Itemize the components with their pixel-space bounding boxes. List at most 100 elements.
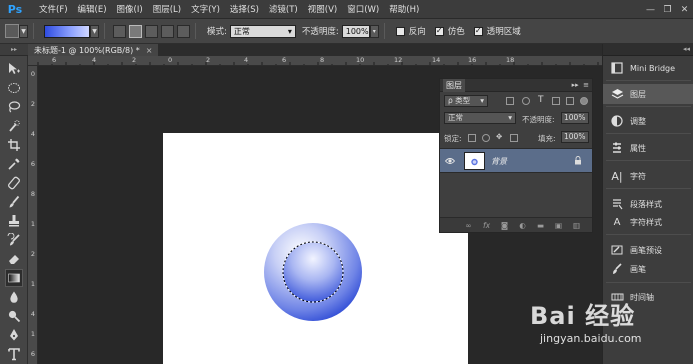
close-icon[interactable]: ✕	[676, 0, 693, 19]
blend-mode-select[interactable]: 正常 ▾	[444, 112, 516, 124]
menu-file[interactable]: 文件(F)	[34, 3, 73, 15]
lock-pixels-icon[interactable]	[482, 134, 490, 142]
menu-layer[interactable]: 图层(L)	[148, 3, 186, 15]
new-group-icon[interactable]: ▬	[536, 221, 545, 230]
document-tab[interactable]: 未标题-1 @ 100%(RGB/8) * ×	[28, 44, 159, 56]
ruler-label: 6	[30, 350, 36, 358]
quick-selection-tool-icon[interactable]	[5, 117, 23, 135]
menu-filter[interactable]: 滤镜(T)	[264, 3, 303, 15]
panel-menu-icon[interactable]: ▸▸ ≡	[572, 79, 589, 92]
menu-view[interactable]: 视图(V)	[303, 3, 342, 15]
tool-preset-dropdown[interactable]: ▼	[19, 24, 28, 38]
new-adjustment-layer-icon[interactable]: ◐	[518, 221, 527, 230]
eyedropper-tool-icon[interactable]	[5, 155, 23, 173]
options-bar: ▼ ▼ 模式: 正常 ▾ 不透明度: 100% ▾ 反向 ✓ 仿色 ✓ 透明区域	[0, 19, 693, 44]
layer-thumbnail-art	[471, 158, 478, 166]
paragraph-styles-icon	[609, 197, 625, 211]
lasso-tool-icon[interactable]	[5, 98, 23, 116]
document-tab-bar: 未标题-1 @ 100%(RGB/8) * ×	[28, 44, 693, 56]
gradient-picker-swatch[interactable]	[44, 24, 90, 38]
eye-icon[interactable]	[445, 156, 455, 166]
lock-position-icon[interactable]: ✥	[496, 132, 502, 141]
dock-item-mini-bridge[interactable]: Mini Bridge	[603, 58, 693, 78]
menu-type[interactable]: 文字(Y)	[186, 3, 225, 15]
add-mask-icon[interactable]: ◙	[500, 221, 509, 230]
menu-image[interactable]: 图像(I)	[112, 3, 148, 15]
clone-stamp-tool-icon[interactable]	[5, 212, 23, 230]
document-canvas[interactable]	[163, 133, 468, 364]
brush-panel-icon	[609, 262, 625, 276]
filter-shape-icon[interactable]	[552, 97, 560, 105]
dock-item-character-styles[interactable]: A 字符样式	[603, 212, 693, 232]
filter-type-icon[interactable]: T	[538, 95, 544, 105]
brush-tool-icon[interactable]	[5, 193, 23, 211]
menu-help[interactable]: 帮助(H)	[384, 3, 424, 15]
filter-toggle-icon[interactable]	[580, 97, 588, 105]
toolbar-collapse-icon[interactable]: ▸▸	[0, 44, 28, 56]
gradient-picker-dropdown[interactable]: ▼	[90, 24, 99, 38]
reverse-checkbox[interactable]	[395, 26, 405, 36]
horizontal-ruler: 6 4 2 0 2 4 6 8 10 12 14 16 18	[28, 56, 602, 66]
delete-layer-icon[interactable]: ▥	[572, 221, 581, 230]
marquee-tool-icon[interactable]	[5, 79, 23, 97]
gradient-tool-preset-icon[interactable]	[5, 24, 19, 38]
menu-select[interactable]: 选择(S)	[225, 3, 264, 15]
pen-tool-icon[interactable]	[5, 326, 23, 344]
healing-brush-tool-icon[interactable]	[5, 174, 23, 192]
menu-edit[interactable]: 编辑(E)	[73, 3, 112, 15]
transparency-checkbox[interactable]: ✓	[473, 26, 483, 36]
dodge-tool-icon[interactable]	[5, 307, 23, 325]
ruler-label: 4	[30, 130, 36, 138]
type-tool-icon[interactable]	[5, 345, 23, 363]
dock-item-character[interactable]: A| 字符	[603, 166, 693, 186]
filter-smart-object-icon[interactable]	[566, 97, 574, 105]
dock-item-brush[interactable]: 画笔	[603, 259, 693, 279]
dock-item-paragraph-styles[interactable]: 段落样式	[603, 194, 693, 214]
crop-tool-icon[interactable]	[5, 136, 23, 154]
dock-collapse-icon[interactable]: ◂◂	[603, 44, 693, 56]
layer-row-background[interactable]: 背景	[440, 148, 592, 173]
separator	[195, 23, 196, 39]
dock-item-brush-presets[interactable]: 画笔预设	[603, 240, 693, 260]
dock-item-layers[interactable]: 图层	[603, 84, 693, 104]
diamond-gradient-button[interactable]	[177, 24, 190, 38]
layer-filter-select[interactable]: ρ 类型 ▾	[444, 95, 488, 107]
eraser-tool-icon[interactable]	[5, 250, 23, 268]
ruler-label: 8	[320, 56, 325, 64]
dither-checkbox[interactable]: ✓	[434, 26, 444, 36]
linear-gradient-button[interactable]	[113, 24, 126, 38]
reflected-gradient-button[interactable]	[161, 24, 174, 38]
dock-item-properties[interactable]: 属性	[603, 138, 693, 158]
restore-icon[interactable]: ❐	[659, 0, 676, 19]
close-tab-icon[interactable]: ×	[146, 46, 153, 55]
gradient-tool-icon[interactable]	[5, 269, 23, 287]
minimize-icon[interactable]: —	[642, 0, 659, 19]
dock-item-adjustments[interactable]: 调整	[603, 111, 693, 131]
filter-adjustment-icon[interactable]	[522, 97, 530, 105]
history-brush-tool-icon[interactable]	[5, 231, 23, 249]
lock-all-icon[interactable]	[510, 134, 518, 142]
radial-gradient-button[interactable]	[129, 24, 142, 38]
layer-style-icon[interactable]: fx	[482, 221, 491, 230]
mode-select[interactable]: 正常 ▾	[229, 24, 296, 38]
menu-window[interactable]: 窗口(W)	[342, 3, 384, 15]
ruler-label: 2	[132, 56, 137, 64]
filter-pixel-icon[interactable]	[506, 97, 514, 105]
move-tool-icon[interactable]	[5, 60, 23, 78]
dock-item-label: 段落样式	[630, 199, 662, 209]
blur-tool-icon[interactable]	[5, 288, 23, 306]
link-layers-icon[interactable]: ∞	[464, 221, 473, 230]
ruler-label: 18	[506, 56, 515, 64]
dock-separator	[606, 106, 691, 107]
angle-gradient-button[interactable]	[145, 24, 158, 38]
ruler-label: 16	[468, 56, 477, 64]
fill-input[interactable]: 100%	[561, 131, 589, 143]
layer-opacity-input[interactable]: 100%	[561, 112, 589, 124]
lock-transparent-icon[interactable]	[468, 134, 476, 142]
layers-panel-tab[interactable]: 图层	[443, 79, 465, 92]
separator	[33, 23, 34, 39]
opacity-input[interactable]: 100%	[341, 24, 370, 38]
new-layer-icon[interactable]: ▣	[554, 221, 563, 230]
layer-name[interactable]: 背景	[491, 156, 507, 167]
opacity-dropdown[interactable]: ▾	[369, 24, 379, 38]
